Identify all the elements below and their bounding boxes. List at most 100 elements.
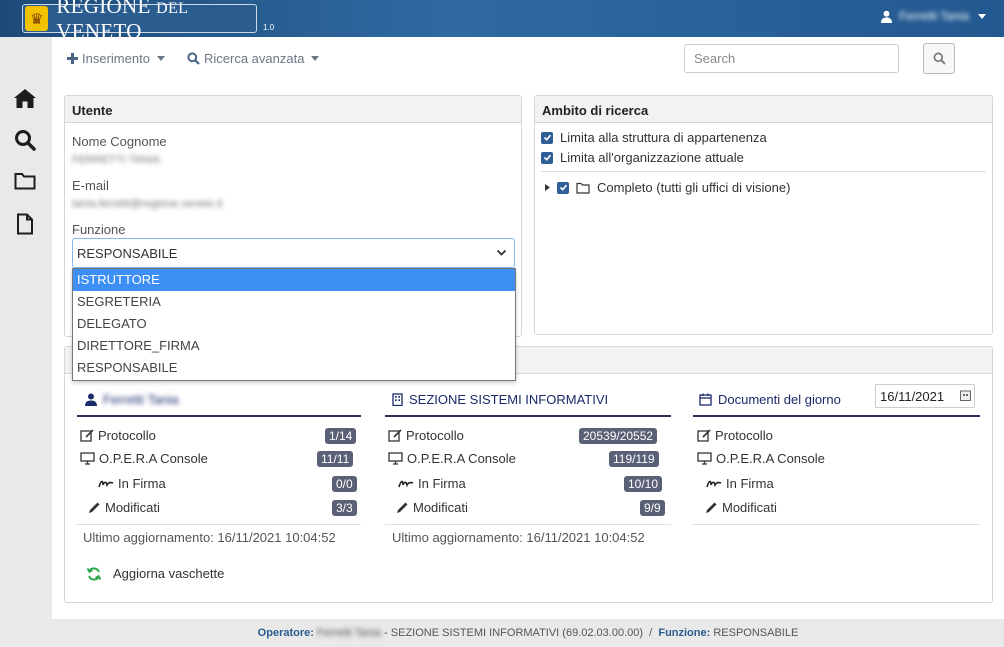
function-select[interactable]: RESPONSABILE [72, 238, 515, 268]
monitor-icon [80, 452, 95, 465]
count-badge[interactable]: 1/14 [325, 428, 357, 444]
tray-user-protocollo[interactable]: Protocollo [80, 428, 156, 443]
footer-divider: / [649, 627, 653, 639]
user-menu[interactable]: Ferretti Tania [880, 9, 986, 23]
edit-icon [697, 429, 711, 442]
name-label: Nome Cognome [72, 134, 167, 149]
tray-label: Modificati [413, 500, 468, 515]
scope-tree-item-label: Completo (tutti gli uffici di visione) [597, 180, 791, 195]
function-option[interactable]: DIRETTORE_FIRMA [73, 335, 515, 357]
count-badge[interactable]: 9/9 [640, 500, 665, 516]
user-icon [881, 10, 893, 23]
pencil-icon [706, 502, 717, 513]
caret-right-icon[interactable] [545, 184, 550, 191]
search-input[interactable] [684, 44, 899, 73]
last-update-text: Ultimo aggiornamento: 16/11/2021 10:04:5… [392, 530, 645, 545]
search-scope-panel: Ambito di ricerca Limita alla struttura … [534, 95, 993, 335]
tray-office-modificati[interactable]: Modificati [396, 500, 468, 515]
checkbox-checked-icon[interactable] [541, 131, 553, 144]
document-icon[interactable] [12, 211, 38, 237]
building-icon [392, 393, 403, 406]
function-dropdown-list[interactable]: ISTRUTTORE SEGRETERIA DELEGATO DIRETTORE… [72, 268, 516, 381]
count-badge[interactable]: 3/3 [332, 500, 357, 516]
last-update-text: Ultimo aggiornamento: 16/11/2021 10:04:5… [83, 530, 336, 545]
tray-col-day-name: Documenti del giorno [718, 392, 841, 407]
search-button[interactable] [923, 43, 955, 74]
tray-label: Protocollo [406, 428, 464, 443]
checkbox-checked-icon[interactable] [541, 151, 553, 164]
tray-office-firma[interactable]: In Firma [398, 476, 466, 491]
function-option[interactable]: RESPONSABILE [73, 357, 515, 379]
divider [77, 524, 361, 525]
count-badge[interactable]: 119/119 [609, 451, 659, 467]
region-logo[interactable]: ♛ REGIONE DEL VENETO [22, 0, 257, 43]
user-panel-title: Utente [65, 96, 521, 123]
status-footer: Operatore: Ferretti Tania - SEZIONE SIST… [52, 619, 1004, 647]
date-field-value: 16/11/2021 [880, 389, 945, 404]
count-badge[interactable]: 0/0 [332, 476, 357, 492]
signature-icon [398, 480, 414, 487]
divider [693, 415, 980, 417]
refresh-icon [87, 566, 101, 581]
scope-option-organization[interactable]: Limita all'organizzazione attuale [541, 150, 744, 165]
tray-day-modificati[interactable]: Modificati [705, 500, 777, 515]
divider [385, 524, 671, 525]
tray-day-opera[interactable]: O.P.E.R.A Console [697, 451, 825, 466]
calendar-icon[interactable] [960, 390, 971, 401]
tray-day-firma[interactable]: In Firma [706, 476, 774, 491]
tray-user-opera[interactable]: O.P.E.R.A Console [80, 451, 208, 466]
signature-icon [98, 480, 114, 487]
pencil-icon [89, 502, 100, 513]
divider [77, 415, 361, 417]
footer-operator-label: Operatore: [257, 627, 314, 639]
footer-function-label: Funzione: [658, 627, 711, 639]
tray-label: Modificati [105, 500, 160, 515]
chevron-down-icon [496, 249, 507, 256]
search-icon[interactable] [12, 127, 38, 153]
scope-tree-item[interactable]: Completo (tutti gli uffici di visione) [545, 180, 790, 195]
monitor-icon [697, 452, 712, 465]
edit-icon [388, 429, 402, 442]
divider [541, 171, 986, 172]
home-icon[interactable] [12, 85, 38, 111]
user-icon [85, 393, 97, 406]
tray-user-firma[interactable]: In Firma [98, 476, 166, 491]
tray-label: O.P.E.R.A Console [716, 451, 825, 466]
function-option[interactable]: SEGRETERIA [73, 291, 515, 313]
scope-option-structure[interactable]: Limita alla struttura di appartenenza [541, 130, 767, 145]
tray-col-user-title: Ferretti Tania [85, 392, 179, 407]
count-badge[interactable]: 10/10 [624, 476, 663, 492]
folder-icon[interactable] [12, 168, 38, 194]
date-field[interactable]: 16/11/2021 [875, 384, 975, 408]
tray-user-modificati[interactable]: Modificati [88, 500, 160, 515]
refresh-trays-label: Aggiorna vaschette [113, 566, 225, 581]
scope-option-structure-label: Limita alla struttura di appartenenza [560, 130, 767, 145]
refresh-trays-button[interactable]: Aggiorna vaschette [87, 566, 224, 581]
tray-label: O.P.E.R.A Console [407, 451, 516, 466]
tray-office-opera[interactable]: O.P.E.R.A Console [388, 451, 516, 466]
tray-col-user-name: Ferretti Tania [103, 392, 179, 407]
monitor-icon [388, 452, 403, 465]
footer-operator-name: Ferretti Tania [316, 627, 381, 639]
tray-office-protocollo[interactable]: Protocollo [388, 428, 464, 443]
advanced-search-label: Ricerca avanzata [204, 51, 305, 66]
tray-label: Protocollo [98, 428, 156, 443]
insert-menu[interactable]: Inserimento [67, 51, 165, 66]
user-name: Ferretti Tania [899, 9, 969, 23]
function-option[interactable]: ISTRUTTORE [73, 269, 515, 291]
app-version: 1.0 [263, 23, 275, 32]
email-label: E-mail [72, 178, 109, 193]
checkbox-checked-icon[interactable] [557, 181, 569, 194]
toolbar: Inserimento Ricerca avanzata [52, 37, 1004, 81]
tray-col-office-name: SEZIONE SISTEMI INFORMATIVI [409, 392, 609, 407]
count-badge[interactable]: 11/11 [317, 451, 354, 467]
advanced-search-menu[interactable]: Ricerca avanzata [187, 51, 320, 66]
search-scope-title: Ambito di ricerca [535, 96, 992, 123]
function-option[interactable]: DELEGATO [73, 313, 515, 335]
tray-day-protocollo[interactable]: Protocollo [697, 428, 773, 443]
tray-col-office-title: SEZIONE SISTEMI INFORMATIVI [392, 392, 608, 407]
top-header: ♛ REGIONE DEL VENETO 1.0 Ferretti Tania [0, 0, 1004, 43]
count-badge[interactable]: 20539/20552 [579, 428, 658, 444]
tray-label: Protocollo [715, 428, 773, 443]
search-icon [187, 52, 200, 65]
